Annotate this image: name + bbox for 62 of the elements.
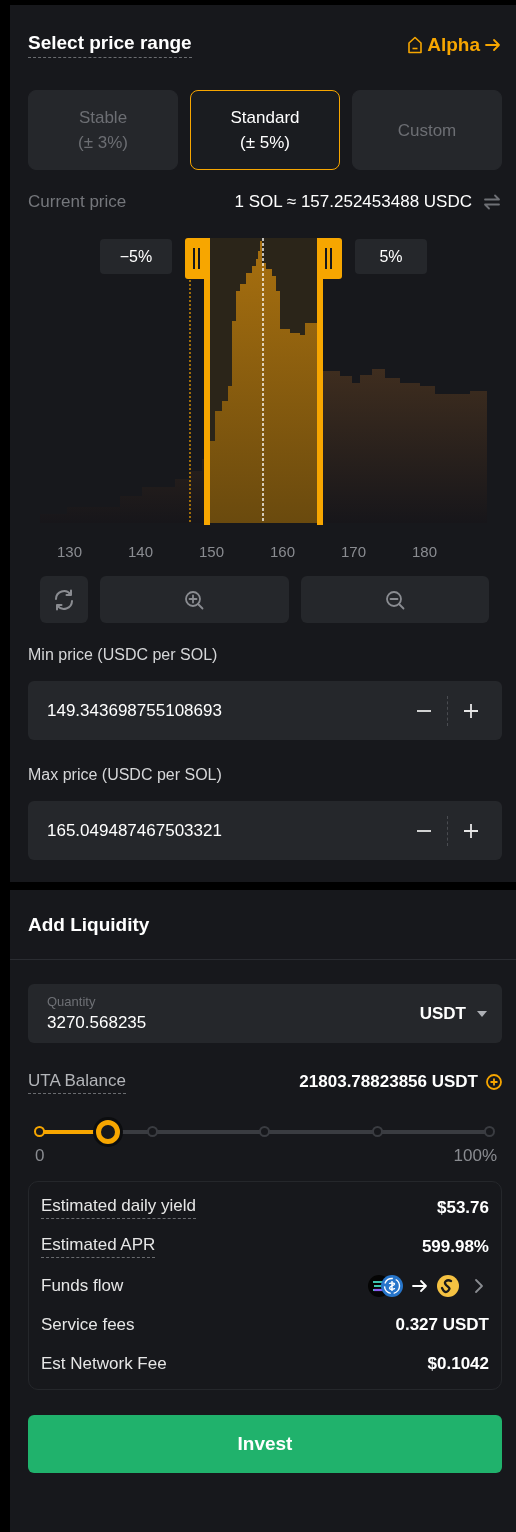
zoom-in-icon	[184, 589, 205, 610]
summary-label: Service fees	[41, 1314, 135, 1335]
balance-value: 21803.78823856 USDT	[299, 1072, 478, 1092]
price-field[interactable]: 165.049487467503321	[28, 801, 502, 860]
axis-label: 160	[269, 542, 296, 562]
summary-value: 599.98%	[421, 1236, 489, 1257]
summary-label: Funds flow	[41, 1275, 124, 1296]
summary-label: Estimated daily yield	[41, 1196, 196, 1219]
section-title: Select price range	[28, 31, 192, 58]
refresh-icon	[52, 587, 76, 612]
current-price-label: Current price	[28, 192, 128, 212]
field-label: Max price (USDC per SOL)	[28, 765, 223, 785]
preset-tab[interactable]: Standard (± 5%)	[190, 90, 340, 170]
slider-step	[371, 1126, 383, 1137]
summary-label: Est Network Fee	[41, 1353, 167, 1374]
zoom-out-icon	[384, 589, 405, 610]
range-handle[interactable]	[317, 238, 342, 525]
quantity-field[interactable]: Quantity 3270.568235 USDT	[28, 984, 502, 1043]
caret-down-icon	[476, 1008, 488, 1019]
price-input[interactable]: 165.049487467503321	[47, 820, 407, 841]
slider-thumb[interactable]	[95, 1120, 120, 1144]
plus-icon	[463, 822, 479, 839]
deposit-button[interactable]	[486, 1074, 502, 1090]
slider-step	[34, 1126, 45, 1137]
current-price-value: 1 SOL ≈ 157.252453488 USDC	[234, 192, 472, 212]
price-input[interactable]: 149.343698755108693	[47, 700, 407, 721]
slider-min-label: 0	[35, 1146, 45, 1166]
axis-label: 180	[411, 542, 438, 562]
slider-step	[259, 1126, 270, 1137]
range-percent-tag: −5%	[100, 239, 172, 274]
reset-button[interactable]	[40, 576, 88, 623]
slider-max-label: 100%	[453, 1146, 497, 1166]
axis-label: 130	[56, 542, 83, 562]
summary-label: Estimated APR	[41, 1235, 156, 1258]
section-title: Add Liquidity	[28, 913, 150, 936]
slider-step	[484, 1126, 495, 1137]
summary-value: $0.1042	[427, 1353, 489, 1374]
currency-dropdown[interactable]: USDT	[419, 1003, 488, 1024]
plus-icon	[463, 702, 479, 719]
slider-step	[146, 1126, 158, 1137]
axis-label: 140	[127, 542, 154, 562]
minus-icon	[416, 709, 432, 712]
chevron-right-icon	[473, 1277, 485, 1294]
range-handle[interactable]	[185, 238, 210, 525]
price-field[interactable]: 149.343698755108693	[28, 681, 502, 740]
quantity-input[interactable]: 3270.568235	[47, 1013, 420, 1033]
coin-icon	[437, 1274, 459, 1297]
axis-label: 150	[198, 542, 225, 562]
alpha-link[interactable]: Alpha	[407, 33, 502, 56]
axis-label: 170	[340, 542, 367, 562]
field-label: Min price (USDC per SOL)	[28, 645, 219, 665]
range-percent-tag: 5%	[355, 239, 427, 274]
swap-button[interactable]	[482, 192, 502, 212]
summary-value: 0.327 USDT	[395, 1314, 489, 1335]
coin-pair-icon	[368, 1274, 403, 1297]
summary-value: $53.76	[437, 1197, 489, 1218]
house-icon	[407, 35, 424, 54]
plus-circle-icon	[486, 1074, 502, 1090]
floating-label: Quantity	[47, 994, 97, 1010]
swap-icon	[482, 192, 502, 212]
balance-label: UTA Balance	[28, 1070, 126, 1094]
minus-icon	[416, 829, 432, 832]
